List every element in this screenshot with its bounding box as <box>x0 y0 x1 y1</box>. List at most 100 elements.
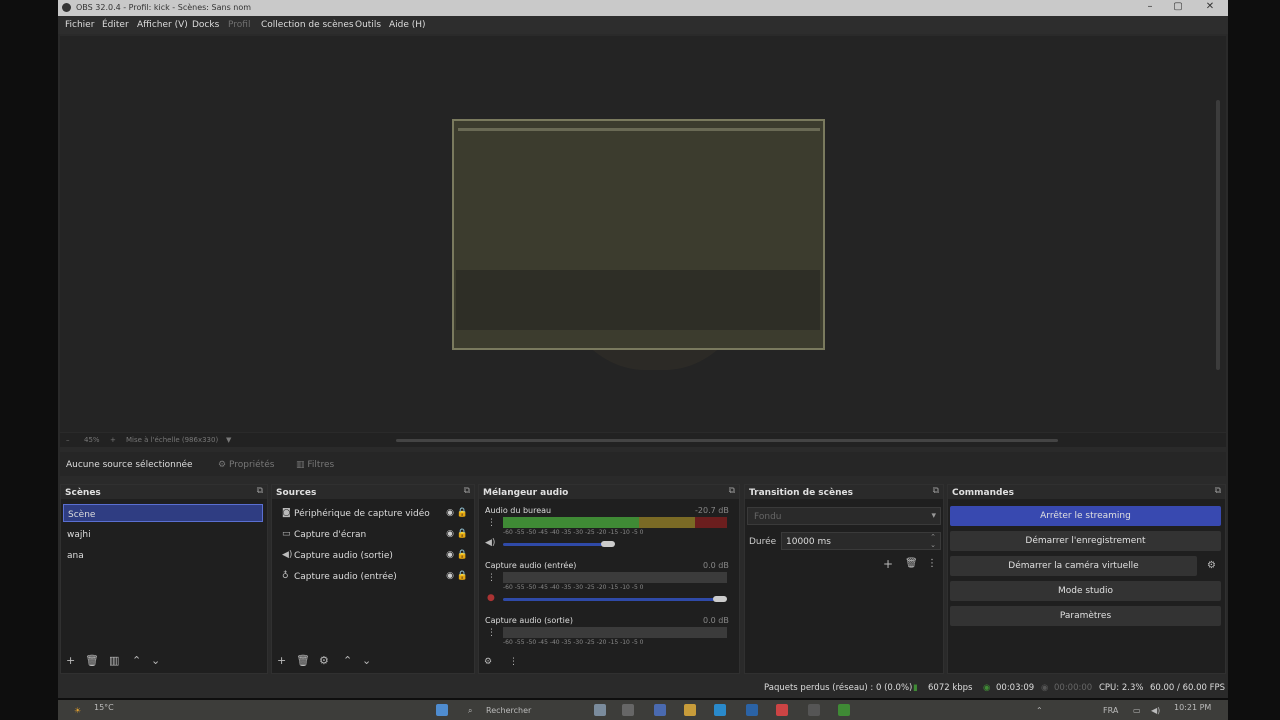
add-source-icon[interactable]: + <box>277 654 286 667</box>
eye-icon[interactable]: ◉ <box>446 550 454 560</box>
chevron-up-icon[interactable]: ⌃ <box>1036 706 1043 715</box>
add-scene-icon[interactable]: + <box>66 654 75 667</box>
obs-taskbar-icon[interactable] <box>808 704 820 716</box>
studio-mode-button[interactable]: Mode studio <box>950 581 1221 601</box>
chrome-icon[interactable] <box>776 704 788 716</box>
add-transition-icon[interactable]: + <box>883 557 893 571</box>
undock-icon[interactable]: ⧉ <box>464 486 470 496</box>
eye-icon[interactable]: ◉ <box>446 508 454 518</box>
remove-scene-icon[interactable]: 🗑 <box>85 654 99 667</box>
volume-slider-handle[interactable] <box>601 541 615 547</box>
transition-type-select[interactable]: Fondu ▾ <box>747 507 941 525</box>
app-icon[interactable] <box>838 704 850 716</box>
zoom-out-icon[interactable]: – <box>66 436 70 444</box>
duration-spinbox[interactable]: 10000 ms ⌃ ⌄ <box>781 532 941 550</box>
network-icon[interactable]: ▭ <box>1133 706 1141 715</box>
menu-collection-scenes[interactable]: Collection de scènes <box>261 20 354 30</box>
channel-menu-icon[interactable]: ⋮ <box>487 628 496 638</box>
advanced-audio-icon[interactable]: ⚙ <box>484 657 492 667</box>
channel-menu-icon[interactable]: ⋮ <box>487 518 496 528</box>
zoom-in-icon[interactable]: + <box>110 436 116 444</box>
meter-ticks: -60 -55 -50 -45 -40 -35 -30 -25 -20 -15 … <box>503 584 644 591</box>
menu-afficher[interactable]: Afficher (V) <box>137 20 188 30</box>
eye-icon[interactable]: ◉ <box>446 529 454 539</box>
lock-icon[interactable]: 🔒 <box>457 550 468 560</box>
camera-icon: ◙ <box>282 508 291 518</box>
source-item[interactable]: ◀) Capture audio (sortie) ◉ 🔒 <box>274 546 470 564</box>
volume-slider-handle[interactable] <box>713 596 727 602</box>
maximize-button[interactable]: ▢ <box>1168 1 1188 15</box>
virtual-camera-settings-icon[interactable]: ⚙ <box>1207 560 1216 571</box>
edge-icon[interactable] <box>714 704 726 716</box>
volume-icon[interactable]: ◀) <box>1151 706 1160 715</box>
spin-up-icon[interactable]: ⌃ <box>930 533 936 541</box>
lock-icon[interactable]: 🔒 <box>457 508 468 518</box>
close-button[interactable]: ✕ <box>1200 1 1220 15</box>
source-item[interactable]: ▭ Capture d'écran ◉ 🔒 <box>274 525 470 543</box>
undock-icon[interactable]: ⧉ <box>729 486 735 496</box>
app-icon[interactable] <box>622 704 634 716</box>
eye-icon[interactable]: ◉ <box>446 571 454 581</box>
menu-fichier[interactable]: Fichier <box>65 20 94 30</box>
remove-transition-icon[interactable]: 🗑 <box>905 558 918 569</box>
move-up-icon[interactable]: ⌃ <box>132 654 141 667</box>
undock-icon[interactable]: ⧉ <box>257 486 263 496</box>
clock[interactable]: 10:21 PM <box>1174 703 1211 712</box>
move-up-icon[interactable]: ⌃ <box>343 654 352 667</box>
speaker-icon[interactable]: ◀) <box>485 538 495 548</box>
preview-vertical-scrollbar[interactable] <box>1216 100 1220 370</box>
move-down-icon[interactable]: ⌄ <box>151 654 160 667</box>
minimize-button[interactable]: – <box>1140 1 1160 15</box>
folder-icon[interactable] <box>684 704 696 716</box>
scene-item-scene[interactable]: Scène <box>63 504 263 522</box>
properties-button[interactable]: ⚙ Propriétés <box>218 460 274 470</box>
sources-dock-header: Sources ⧉ <box>272 485 474 499</box>
lock-icon[interactable]: 🔒 <box>457 529 468 539</box>
chevron-down-icon[interactable]: ▼ <box>226 436 231 444</box>
preview-horizontal-scrollbar[interactable] <box>396 439 1058 442</box>
fps: 60.00 / 60.00 FPS <box>1150 683 1226 693</box>
channel-menu-icon[interactable]: ⋮ <box>487 573 496 583</box>
filters-button[interactable]: ▥ Filtres <box>296 460 334 470</box>
scale-mode[interactable]: Mise à l'échelle (986x330) <box>126 436 218 444</box>
scene-filters-icon[interactable]: ▥ <box>109 654 119 667</box>
muted-speaker-icon[interactable]: ● <box>487 593 495 603</box>
lock-icon[interactable]: 🔒 <box>457 571 468 581</box>
source-settings-icon[interactable]: ⚙ <box>319 654 329 667</box>
windows-start-icon[interactable] <box>436 704 448 716</box>
undock-icon[interactable]: ⧉ <box>1215 486 1221 496</box>
spin-down-icon[interactable]: ⌄ <box>930 541 936 549</box>
stop-streaming-button[interactable]: Arrêter le streaming <box>950 506 1221 526</box>
scene-item-ana[interactable]: ana <box>63 546 263 564</box>
store-icon[interactable] <box>746 704 758 716</box>
scene-item-wajhi[interactable]: wajhi <box>63 525 263 543</box>
language-indicator[interactable]: FRA <box>1103 706 1118 715</box>
start-virtual-camera-button[interactable]: Démarrer la caméra virtuelle <box>950 556 1197 576</box>
volume-slider[interactable] <box>503 543 613 546</box>
audio-mixer-dock: Mélangeur audio ⧉ Audio du bureau -20.7 … <box>478 484 740 674</box>
stream-status-icon: ◉ <box>983 683 991 693</box>
menu-docks[interactable]: Docks <box>192 20 219 30</box>
volume-slider[interactable] <box>503 598 725 601</box>
source-item[interactable]: ♁ Capture audio (entrée) ◉ 🔒 <box>274 567 470 585</box>
mixer-dock-header: Mélangeur audio ⧉ <box>479 485 739 499</box>
settings-button[interactable]: Paramètres <box>950 606 1221 626</box>
menu-editer[interactable]: Éditer <box>102 20 129 30</box>
menu-aide[interactable]: Aide (H) <box>389 20 426 30</box>
start-recording-button[interactable]: Démarrer l'enregistrement <box>950 531 1221 551</box>
mixer-menu-icon[interactable]: ⋮ <box>509 657 518 667</box>
remove-source-icon[interactable]: 🗑 <box>296 654 310 667</box>
scenes-dock-header: Scènes ⧉ <box>61 485 267 499</box>
app-icon[interactable] <box>594 704 606 716</box>
undock-icon[interactable]: ⧉ <box>933 486 939 496</box>
app-icon[interactable] <box>654 704 666 716</box>
menu-outils[interactable]: Outils <box>355 20 381 30</box>
taskbar-search[interactable]: Rechercher <box>486 706 531 715</box>
volume-meter <box>503 572 727 583</box>
transition-menu-icon[interactable]: ⋮ <box>927 558 937 569</box>
search-icon[interactable]: ⌕ <box>468 706 472 716</box>
meter-ticks: -60 -55 -50 -45 -40 -35 -30 -25 -20 -15 … <box>503 529 644 536</box>
channel-name: Audio du bureau <box>485 506 552 515</box>
source-item[interactable]: ◙ Périphérique de capture vidéo ◉ 🔒 <box>274 504 470 522</box>
move-down-icon[interactable]: ⌄ <box>362 654 371 667</box>
